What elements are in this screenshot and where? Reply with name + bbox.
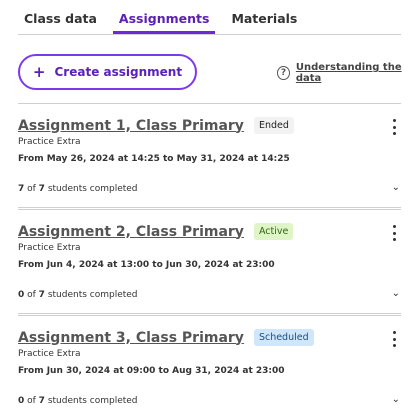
understanding-data-label: Understanding the data <box>295 62 402 84</box>
assignment-title[interactable]: Assignment 3, Class Primary <box>18 330 244 346</box>
create-assignment-label: Create assignment <box>54 65 183 79</box>
assignment-subtitle: Practice Extra <box>18 243 81 253</box>
total-number: 7 <box>38 290 45 300</box>
completed-number: 0 <box>18 290 25 300</box>
assignment-dates: From Jun 30, 2024 at 09:00 to Aug 31, 20… <box>18 366 285 376</box>
tab-class-data[interactable]: Class data <box>24 0 97 34</box>
completion-count: 0 of 7 students completed <box>18 290 138 300</box>
chevron-down-icon[interactable]: ⌄ <box>392 394 400 405</box>
more-options-icon[interactable] <box>387 222 401 244</box>
status-badge: Scheduled <box>253 329 314 346</box>
chevron-down-icon[interactable]: ⌄ <box>392 288 400 299</box>
total-number: 7 <box>38 396 45 406</box>
completion-count: 7 of 7 students completed <box>18 184 138 194</box>
assignment-card: Assignment 3, Class Primary Scheduled Pr… <box>18 315 401 406</box>
assignment-dates: From May 26, 2024 at 14:25 to May 31, 20… <box>18 154 290 164</box>
card-divider <box>18 313 401 314</box>
tab-bar: Class data Assignments Materials <box>18 0 319 34</box>
completed-number: 0 <box>18 396 25 406</box>
completed-suffix: students completed <box>47 290 138 300</box>
create-assignment-button[interactable]: + Create assignment <box>18 54 197 90</box>
tab-assignments[interactable]: Assignments <box>112 0 216 34</box>
tab-materials[interactable]: Materials <box>231 0 297 34</box>
completion-count: 0 of 7 students completed <box>18 396 138 406</box>
assignment-card: Assignment 1, Class Primary Ended Practi… <box>18 103 401 208</box>
plus-icon: + <box>32 63 46 81</box>
assignment-title-row: Assignment 2, Class Primary Active <box>18 223 294 240</box>
completed-suffix: students completed <box>47 184 138 194</box>
assignment-subtitle: Practice Extra <box>18 349 81 359</box>
chevron-down-icon[interactable]: ⌄ <box>392 182 400 193</box>
total-number: 7 <box>38 184 45 194</box>
assignment-title-row: Assignment 3, Class Primary Scheduled <box>18 329 314 346</box>
card-divider <box>18 207 401 208</box>
assignment-dates: From Jun 4, 2024 at 13:00 to Jun 30, 202… <box>18 260 275 270</box>
completed-suffix: students completed <box>47 396 138 406</box>
more-options-icon[interactable] <box>387 116 401 138</box>
status-badge: Ended <box>253 117 294 134</box>
status-badge: Active <box>253 223 294 240</box>
completed-number: 7 <box>18 184 25 194</box>
understanding-data-link[interactable]: ? Understanding the data <box>277 62 418 84</box>
question-circle-icon: ? <box>277 66 290 80</box>
assignment-title[interactable]: Assignment 2, Class Primary <box>18 224 244 240</box>
assignment-subtitle: Practice Extra <box>18 137 81 147</box>
assignment-title[interactable]: Assignment 1, Class Primary <box>18 118 244 134</box>
more-options-icon[interactable] <box>387 328 401 350</box>
tabs-divider <box>18 34 401 35</box>
assignment-card: Assignment 2, Class Primary Active Pract… <box>18 209 401 314</box>
assignment-title-row: Assignment 1, Class Primary Ended <box>18 117 294 134</box>
